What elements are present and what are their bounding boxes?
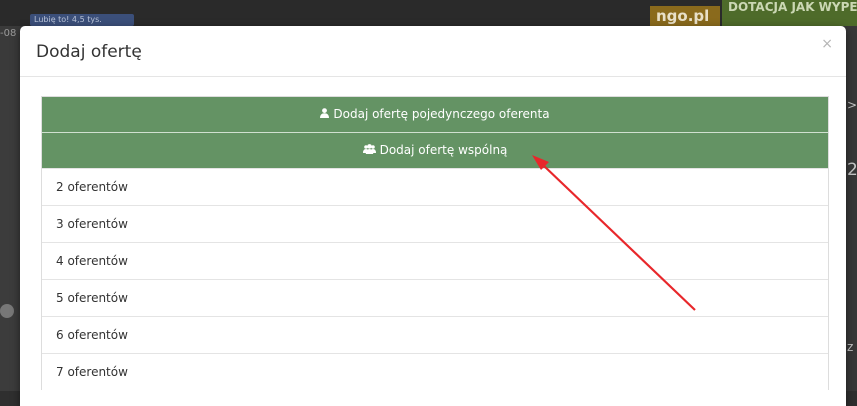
background-right-char: 2 bbox=[847, 160, 857, 180]
facebook-like-button: Lubię to! 4,5 tys. bbox=[30, 14, 134, 26]
close-button[interactable]: × bbox=[821, 36, 833, 52]
add-offer-modal: Dodaj ofertę × Dodaj ofertę pojedynczego… bbox=[20, 26, 846, 406]
background-right-strip bbox=[846, 26, 857, 391]
offerent-count-item[interactable]: 6 oferentów bbox=[42, 316, 828, 353]
offerent-count-item[interactable]: 3 oferentów bbox=[42, 205, 828, 242]
ngo-logo: ngo.pl bbox=[650, 6, 720, 28]
add-joint-offer-button[interactable]: Dodaj ofertę wspólną bbox=[42, 132, 828, 168]
background-right-char: z bbox=[847, 340, 854, 354]
users-icon bbox=[362, 133, 376, 168]
offerent-count-item[interactable]: 5 oferentów bbox=[42, 279, 828, 316]
background-circle-icon bbox=[0, 304, 14, 318]
background-banner: DOTACJA JAK WYPEŁ bbox=[722, 0, 857, 26]
add-single-offer-button[interactable]: Dodaj ofertę pojedynczego oferenta bbox=[42, 97, 828, 132]
offerent-count-item[interactable]: 4 oferentów bbox=[42, 242, 828, 279]
background-right-char: > bbox=[847, 98, 857, 112]
user-icon bbox=[320, 97, 330, 132]
background-date: -08 bbox=[0, 28, 17, 39]
add-joint-offer-label: Dodaj ofertę wspólną bbox=[379, 143, 508, 157]
offerent-count-item[interactable]: 2 oferentów bbox=[42, 168, 828, 205]
modal-title: Dodaj ofertę bbox=[36, 42, 142, 62]
offerent-count-item[interactable]: 7 oferentów bbox=[42, 353, 828, 390]
modal-header: Dodaj ofertę × bbox=[20, 26, 846, 77]
background-left-strip bbox=[0, 70, 20, 391]
offer-options-panel: Dodaj ofertę pojedynczego oferenta Dodaj… bbox=[41, 96, 829, 390]
add-single-offer-label: Dodaj ofertę pojedynczego oferenta bbox=[333, 107, 550, 121]
